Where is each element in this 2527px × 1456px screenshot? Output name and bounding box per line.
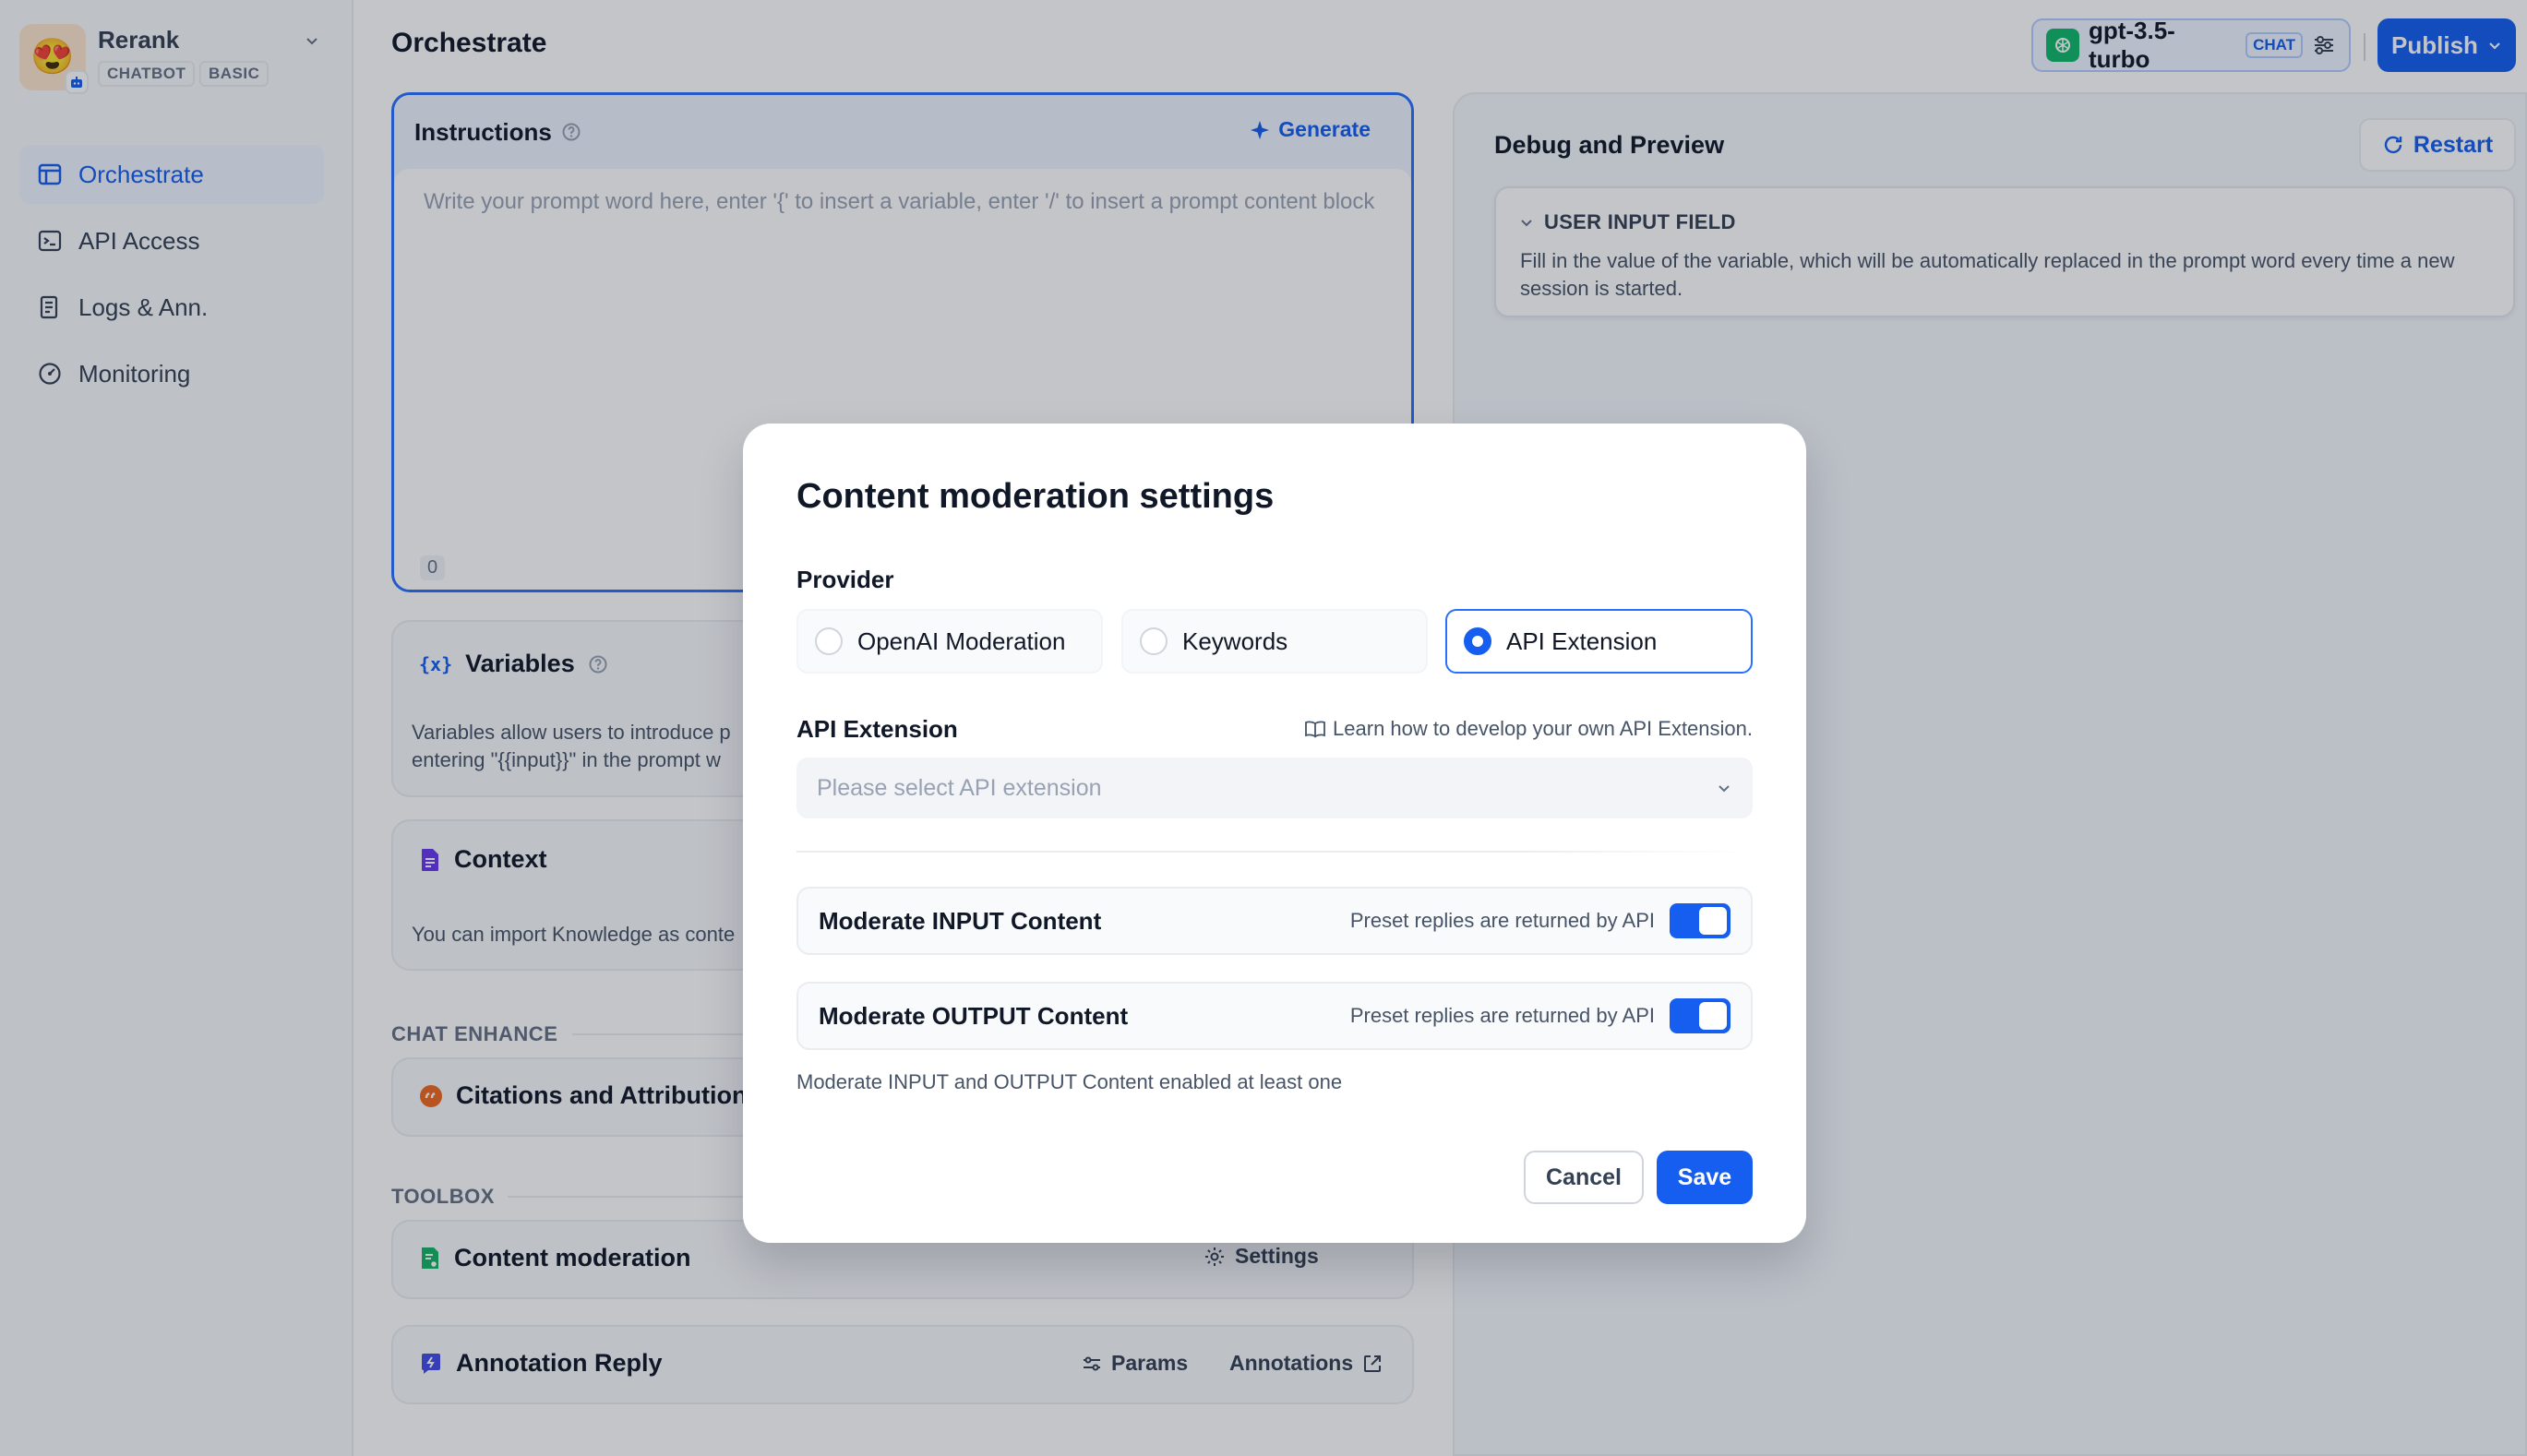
api-extension-select[interactable]: Please select API extension (796, 758, 1753, 818)
modal-title: Content moderation settings (796, 477, 1275, 516)
provider-option-api-extension[interactable]: API Extension (1445, 609, 1753, 674)
provider-option-openai[interactable]: OpenAI Moderation (796, 609, 1103, 674)
api-extension-label: API Extension (796, 715, 958, 743)
provider-option-label: OpenAI Moderation (857, 627, 1066, 655)
provider-option-label: API Extension (1506, 627, 1658, 655)
moderate-input-hint: Preset replies are returned by API (1349, 909, 1655, 932)
content-moderation-modal: Content moderation settings Provider Ope… (743, 424, 1806, 1243)
moderate-input-row: Moderate INPUT Content Preset replies ar… (796, 887, 1753, 955)
provider-option-keywords[interactable]: Keywords (1121, 609, 1428, 674)
radio-button-selected[interactable] (1464, 627, 1491, 655)
modal-divider (796, 851, 1753, 853)
learn-api-extension-link[interactable]: Learn how to develop your own API Extens… (1305, 717, 1753, 741)
moderate-output-title: Moderate OUTPUT Content (819, 1001, 1129, 1030)
provider-option-label: Keywords (1182, 627, 1288, 655)
learn-link-text: Learn how to develop your own API Extens… (1333, 717, 1753, 740)
moderate-output-toggle[interactable] (1670, 998, 1731, 1033)
moderate-output-hint: Preset replies are returned by API (1349, 1004, 1655, 1027)
radio-button[interactable] (815, 627, 843, 655)
moderate-output-row: Moderate OUTPUT Content Preset replies a… (796, 982, 1753, 1050)
select-placeholder: Please select API extension (817, 774, 1102, 801)
moderate-input-toggle[interactable] (1670, 903, 1731, 938)
cancel-button[interactable]: Cancel (1524, 1151, 1644, 1204)
moderation-note: Moderate INPUT and OUTPUT Content enable… (796, 1070, 1343, 1093)
provider-label: Provider (796, 566, 894, 593)
book-open-icon (1305, 721, 1325, 738)
save-button[interactable]: Save (1657, 1151, 1753, 1204)
chevron-down-icon (1719, 785, 1730, 793)
radio-button[interactable] (1140, 627, 1168, 655)
moderate-input-title: Moderate INPUT Content (819, 906, 1102, 935)
